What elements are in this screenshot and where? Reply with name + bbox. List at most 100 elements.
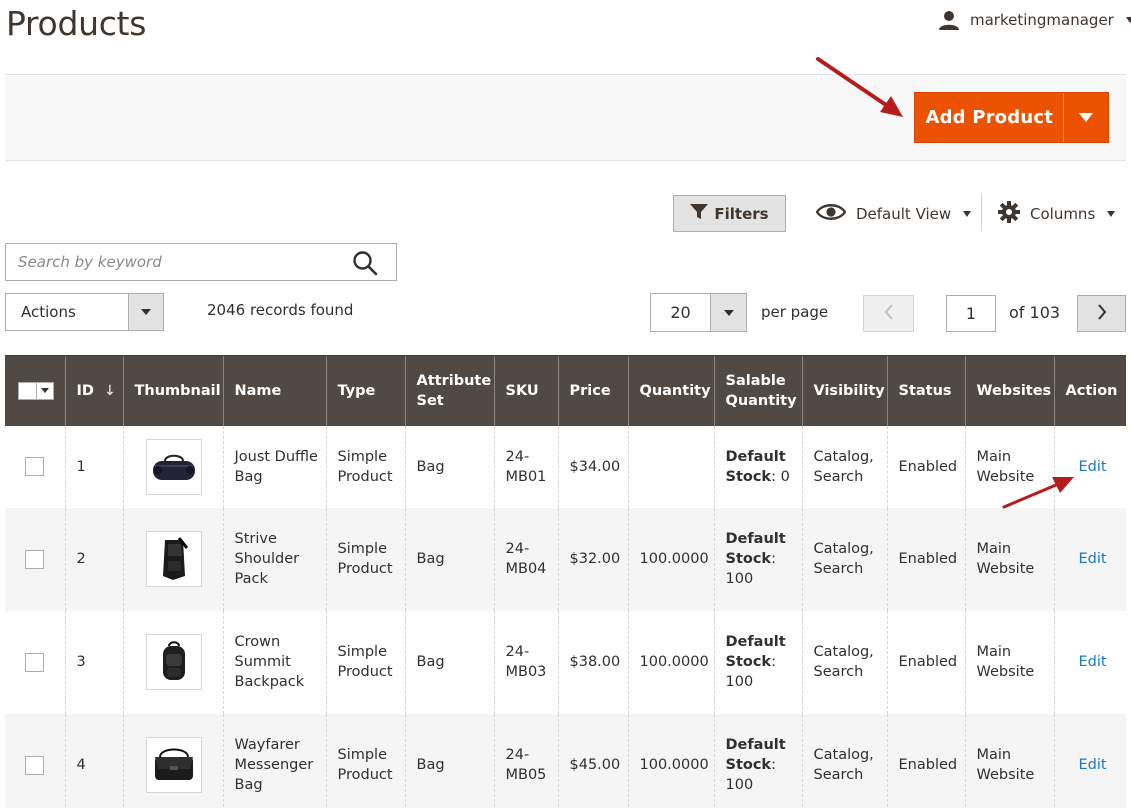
per-page-value: 20 (670, 303, 691, 322)
column-header-name[interactable]: Name (222, 355, 326, 426)
cell-text-line: Simple (337, 448, 388, 465)
search-icon[interactable] (352, 250, 378, 276)
cell-text-line: Strive (234, 531, 277, 547)
row-checkbox[interactable] (25, 755, 44, 775)
salable-quantity-value: Default Stock: 100 (725, 531, 786, 587)
column-header-visibility[interactable]: Visibility (801, 355, 887, 426)
chevron-right-icon (1097, 303, 1107, 324)
salable-quantity-value: Default Stock: 0 (726, 447, 802, 487)
cell-name: Crown Summit Backpack (222, 610, 326, 714)
previous-page-button[interactable] (863, 295, 914, 332)
cell-price: $34.00 (557, 425, 628, 508)
attribute-set-value: Bag (416, 551, 445, 567)
column-header-websites[interactable]: Websites (964, 355, 1054, 426)
caret-down-icon (1079, 113, 1094, 122)
edit-link[interactable]: Edit (1079, 654, 1107, 670)
stock-label: Default (725, 737, 786, 753)
cell-salable-quantity: Default Stock: 100 (713, 610, 802, 714)
backpack-icon[interactable] (145, 634, 202, 690)
stock-label: Stock (725, 551, 772, 567)
shoulder-pack-icon[interactable] (145, 531, 202, 587)
column-header-thumbnail: Thumbnail (122, 355, 223, 426)
column-header-type[interactable]: Type (325, 355, 405, 426)
cell-attribute-set: Bag (404, 610, 494, 714)
cell-action: Edit (1053, 507, 1126, 611)
cell-text-line: Crown (234, 634, 281, 650)
cell-quantity: 100.0000 (627, 610, 714, 714)
salable-quantity-value: Default Stock: 100 (725, 634, 786, 690)
cell-quantity: 100.0000 (627, 507, 714, 611)
edit-link[interactable]: Edit (1079, 757, 1107, 773)
add-product-button[interactable]: Add Product (915, 93, 1063, 142)
cell-salable-quantity: Default Stock: 100 (713, 713, 802, 808)
cell-text-line: Product (337, 767, 393, 783)
price-value: $45.00 (569, 757, 621, 773)
cell-thumbnail (122, 610, 223, 714)
cell-id: 3 (64, 610, 123, 714)
add-product-dropdown-toggle[interactable] (1063, 93, 1108, 142)
column-header-attribute-set[interactable]: Attribute Set (404, 355, 494, 426)
stock-value: : 0 (771, 468, 790, 485)
attribute-set-value: Bag (416, 757, 445, 773)
cell-visibility: Catalog, Search (801, 507, 887, 611)
cell-text-line: Website (976, 664, 1035, 680)
row-checkbox[interactable] (25, 549, 44, 569)
quantity-value: 100.0000 (639, 551, 709, 567)
stock-label: Stock (725, 757, 772, 773)
table-row: 2 Strive Shoulder Pack Simple Product Bag 24- MB… (5, 507, 1126, 611)
actions-label: Actions (21, 303, 76, 321)
column-header-sku[interactable]: SKU (493, 355, 558, 426)
cell-attribute-set: Bag (404, 507, 494, 611)
chevron-down-icon (1107, 211, 1116, 217)
column-header-id[interactable]: ID ↓ (64, 355, 123, 426)
cell-text-line: Main (976, 644, 1012, 660)
filters-button[interactable]: Filters (673, 195, 786, 232)
column-header-quantity[interactable]: Quantity (627, 355, 714, 426)
column-header-label-line: Set (416, 392, 444, 409)
stock-label: Stock (725, 654, 772, 670)
edit-link[interactable]: Edit (1079, 459, 1107, 475)
mass-select-header (5, 355, 65, 426)
cell-text-line: Search (813, 664, 864, 680)
gear-icon (998, 201, 1020, 227)
per-page-select[interactable]: 20 (650, 293, 747, 332)
row-checkbox[interactable] (25, 457, 44, 476)
edit-link[interactable]: Edit (1079, 551, 1107, 567)
user-menu[interactable]: marketingmanager (938, 8, 1131, 32)
cell-text-line: Search (813, 561, 864, 577)
row-checkbox[interactable] (25, 652, 44, 672)
cell-text-line: 24- (505, 448, 530, 465)
column-header-status[interactable]: Status (886, 355, 965, 426)
cell-text-line: Simple (337, 541, 388, 557)
user-icon (938, 10, 960, 30)
mass-select-dropdown[interactable] (18, 381, 54, 400)
status-value: Enabled (898, 654, 958, 670)
columns-button[interactable]: Columns (998, 200, 1116, 228)
price-value: $38.00 (569, 654, 621, 670)
cell-text-line: Wayfarer (234, 737, 300, 753)
mass-actions-dropdown[interactable]: Actions (5, 293, 164, 331)
dropdown-arrow (37, 383, 53, 399)
cell-quantity: 100.0000 (627, 713, 714, 808)
cell-id: 1 (64, 425, 123, 508)
cell-text-line: Simple (337, 644, 388, 660)
cell-text-line: Product (337, 664, 393, 680)
cell-text-line: Main (976, 747, 1012, 763)
search-input[interactable] (6, 244, 336, 280)
duffle-bag-icon[interactable] (145, 438, 202, 495)
cell-text-line: Catalog, (813, 747, 874, 763)
column-header-price[interactable]: Price (557, 355, 628, 426)
cell-salable-quantity: Default Stock: 100 (713, 507, 802, 611)
page-number-input[interactable] (946, 295, 996, 332)
cell-name: Wayfarer Messenger Bag (222, 713, 326, 808)
cell-quantity (627, 425, 714, 508)
cell-action: Edit (1053, 713, 1126, 808)
price-value: $32.00 (569, 551, 621, 567)
cell-visibility: Catalog, Search (801, 713, 887, 808)
view-switcher[interactable]: Default View (815, 200, 972, 228)
messenger-bag-icon[interactable] (145, 737, 202, 793)
next-page-button[interactable] (1077, 295, 1126, 332)
cell-text-line: 24- (505, 747, 530, 763)
page-title: Products (6, 4, 147, 43)
column-header-label-line: Attribute (416, 372, 492, 389)
